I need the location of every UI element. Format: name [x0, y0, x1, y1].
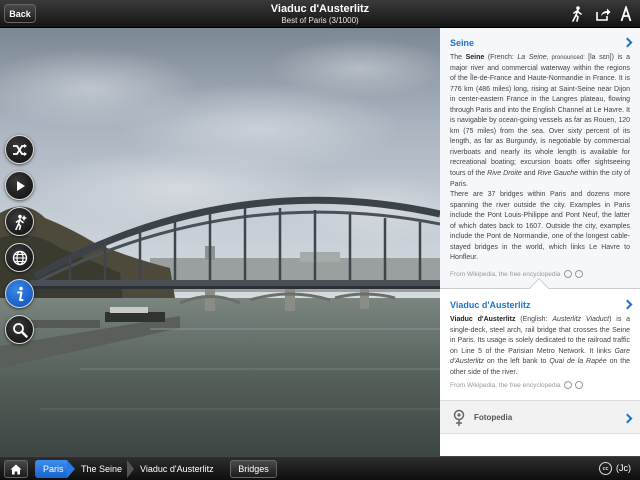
- fotopedia-label: Fotopedia: [474, 413, 513, 422]
- zoom-icon: [12, 322, 28, 338]
- breadcrumb-paris[interactable]: Paris: [35, 460, 67, 478]
- explore-button[interactable]: [5, 207, 34, 236]
- chevron-right-icon[interactable]: [622, 37, 633, 48]
- seine-card-text: The Seine (French: La Seine, pronounced:…: [450, 54, 631, 262]
- viaduc-source: From Wikipedia, the free encyclopedia: [450, 381, 583, 389]
- walk-icon[interactable]: [568, 5, 586, 23]
- viaduc-card-text: Viaduc d'Austerlitz (English: Austerlitz…: [450, 316, 631, 376]
- play-button[interactable]: [5, 171, 34, 200]
- play-icon: [16, 180, 25, 191]
- seine-card[interactable]: Seine The Seine (French: La Seine, prono…: [440, 28, 640, 288]
- seine-source: From Wikipedia, the free encyclopedia: [450, 270, 583, 278]
- viaduct-image: [0, 28, 440, 456]
- explore-icon: [14, 214, 27, 230]
- cc-by-icon: [563, 270, 572, 278]
- top-bar: Back Viaduc d'Austerlitz Best of Paris (…: [0, 0, 640, 28]
- bridge-photo[interactable]: [0, 28, 440, 456]
- globe-button[interactable]: [5, 243, 34, 272]
- cc-by-icon: [563, 381, 572, 389]
- globe-icon: [12, 250, 27, 265]
- info-panel: Seine The Seine (French: La Seine, prono…: [440, 28, 640, 456]
- bottom-bar: Paris The Seine Viaduc d'Austerlitz Brid…: [0, 456, 640, 480]
- fotopedia-row[interactable]: Fotopedia: [440, 400, 640, 434]
- chevron-right-icon[interactable]: [622, 299, 633, 310]
- photo-credit[interactable]: (Jc): [616, 463, 631, 473]
- bridges-button[interactable]: Bridges: [230, 460, 277, 478]
- share-icon[interactable]: [594, 5, 612, 23]
- page-subtitle: Best of Paris (3/1000): [281, 16, 359, 25]
- home-icon: [10, 464, 22, 474]
- cc-sa-icon: [574, 270, 583, 278]
- viaduc-card-title[interactable]: Viaduc d'Austerlitz: [450, 300, 531, 310]
- fotopedia-icon: [453, 409, 465, 426]
- info-button[interactable]: [5, 279, 34, 308]
- zoom-button[interactable]: [5, 315, 34, 344]
- chevron-right-icon[interactable]: [622, 413, 633, 424]
- shuffle-button[interactable]: [5, 135, 34, 164]
- breadcrumb-viaduc[interactable]: Viaduc d'Austerlitz: [132, 460, 226, 478]
- text-size-icon[interactable]: [617, 5, 635, 23]
- breadcrumb-the-seine[interactable]: The Seine: [73, 460, 129, 478]
- back-button[interactable]: Back: [4, 4, 36, 23]
- cc-sa-icon: [574, 381, 583, 389]
- shuffle-icon: [12, 143, 27, 156]
- creative-commons-icon[interactable]: cc: [599, 462, 612, 475]
- info-icon: [16, 286, 23, 301]
- home-button[interactable]: [4, 460, 28, 478]
- page-title: Viaduc d'Austerlitz: [270, 3, 370, 15]
- seine-card-title[interactable]: Seine: [450, 38, 474, 48]
